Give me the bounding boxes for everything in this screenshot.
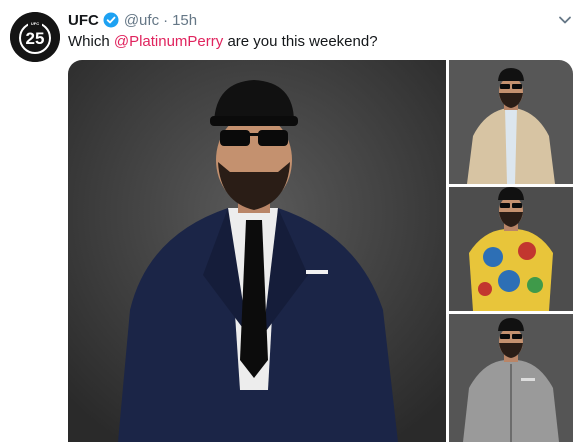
ufc-25-logo-icon: UFC 25	[10, 12, 60, 62]
photo-main[interactable]	[68, 60, 446, 442]
svg-text:UFC: UFC	[31, 21, 39, 26]
tweet-header: UFC @ufc · 15h	[68, 10, 197, 30]
photo-gray-hoodie[interactable]	[449, 314, 573, 442]
verified-badge-icon	[103, 12, 119, 28]
tweet-text-suffix: are you this weekend?	[223, 33, 378, 50]
avatar[interactable]: UFC 25	[10, 12, 60, 62]
tweet-text-prefix: Which	[68, 33, 114, 50]
photo-colorful-tshirt[interactable]	[449, 187, 573, 311]
media-grid	[68, 60, 573, 442]
photo-beige-blazer[interactable]	[449, 60, 573, 184]
tweet-text: Which @PlatinumPerry are you this weeken…	[68, 33, 378, 50]
photo-navy-suit	[68, 60, 446, 442]
separator-dot: ·	[163, 11, 169, 29]
mention-link[interactable]: @PlatinumPerry	[114, 33, 223, 50]
author-name[interactable]: UFC	[68, 12, 99, 29]
avatar-label: 25	[26, 29, 45, 48]
chevron-down-icon[interactable]	[557, 12, 573, 28]
author-handle[interactable]: @ufc	[124, 12, 159, 29]
tweet-timestamp[interactable]: 15h	[172, 12, 197, 29]
